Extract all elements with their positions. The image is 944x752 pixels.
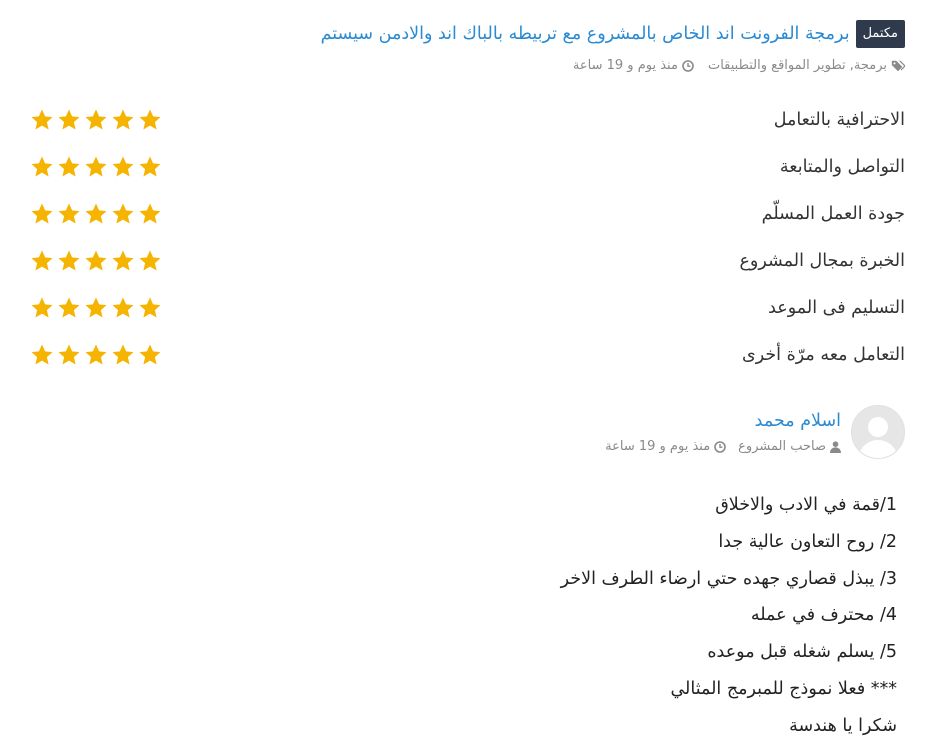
star-icon: [58, 156, 80, 176]
comment-line: 2/ روح التعاون عالية جدا: [718, 531, 897, 552]
rating-row: جودة العمل المسلّم: [30, 190, 905, 237]
rating-label: التواصل والمتابعة: [779, 156, 905, 177]
reviewer-meta: صاحب المشروع منذ يوم و 19 ساعة: [605, 439, 841, 454]
rating-label: التعامل معه مرّة أخرى: [742, 344, 905, 365]
star-icon: [58, 297, 80, 317]
star-icon: [85, 203, 107, 223]
ratings-list: الاحترافية بالتعامل التواصل والمتابعة جودة…: [30, 96, 905, 378]
star-icon: [139, 109, 161, 129]
star-icon: [31, 156, 53, 176]
rating-stars: [30, 108, 162, 132]
star-icon: [31, 203, 53, 223]
review-comment: 1/قمة في الادب والاخلاق 2/ روح التعاون عا…: [561, 487, 897, 745]
comment-line: 4/ محترف في عمله: [750, 605, 897, 626]
user-icon: [830, 440, 841, 453]
star-icon: [112, 156, 134, 176]
star-icon: [31, 297, 53, 317]
tags-icon: [891, 60, 905, 71]
rating-label: جودة العمل المسلّم: [761, 203, 905, 224]
project-time: منذ يوم و 19 ساعة: [572, 58, 678, 73]
star-icon: [112, 344, 134, 364]
star-icon: [58, 344, 80, 364]
comment-line: شكرا يا هندسة: [789, 715, 897, 736]
star-icon: [139, 344, 161, 364]
project-meta: برمجة, تطوير المواقع والتطبيقات منذ يوم …: [573, 58, 905, 73]
rating-stars: [30, 155, 162, 179]
reviewer-block: اسلام محمد صاحب المشروع منذ يوم و 19 ساع…: [605, 405, 905, 459]
rating-stars: [30, 296, 162, 320]
comment-line: 5/ يسلم شغله قبل موعده: [707, 642, 897, 663]
star-icon: [85, 344, 107, 364]
rating-row: الخبرة بمجال المشروع: [30, 237, 905, 284]
comment-line: *** فعلا نموذج للمبرمج المثالي: [670, 678, 897, 699]
rating-label: الخبرة بمجال المشروع: [739, 250, 905, 271]
rating-row: التواصل والمتابعة: [30, 143, 905, 190]
rating-row: التعامل معه مرّة أخرى: [30, 331, 905, 378]
star-icon: [85, 250, 107, 270]
rating-label: الاحترافية بالتعامل: [773, 109, 905, 130]
reviewer-role: صاحب المشروع: [738, 439, 826, 454]
project-title-link[interactable]: برمجة الفرونت اند الخاص بالمشروع مع تربي…: [321, 24, 850, 44]
comment-line: 3/ يبذل قصاري جهده حتي ارضاء الطرف الاخر: [560, 568, 897, 589]
star-icon: [112, 109, 134, 129]
project-header: مكتمل برمجة الفرونت اند الخاص بالمشروع م…: [20, 18, 905, 50]
status-badge: مكتمل: [855, 20, 905, 48]
star-icon: [58, 109, 80, 129]
reviewer-time: منذ يوم و 19 ساعة: [605, 439, 711, 454]
star-icon: [112, 203, 134, 223]
rating-stars: [30, 202, 162, 226]
clock-icon: [714, 440, 726, 453]
star-icon: [31, 250, 53, 270]
avatar[interactable]: [851, 405, 905, 459]
rating-label: التسليم فى الموعد: [768, 297, 905, 318]
star-icon: [31, 344, 53, 364]
star-icon: [139, 297, 161, 317]
rating-row: التسليم فى الموعد: [30, 284, 905, 331]
star-icon: [58, 203, 80, 223]
star-icon: [85, 156, 107, 176]
star-icon: [58, 250, 80, 270]
comment-line: 1/قمة في الادب والاخلاق: [715, 495, 897, 515]
clock-icon: [682, 59, 694, 72]
star-icon: [85, 109, 107, 129]
star-icon: [139, 156, 161, 176]
star-icon: [112, 297, 134, 317]
star-icon: [112, 250, 134, 270]
review-card: مكتمل برمجة الفرونت اند الخاص بالمشروع م…: [0, 0, 944, 752]
default-avatar-icon: [852, 406, 904, 458]
star-icon: [85, 297, 107, 317]
rating-stars: [30, 249, 162, 273]
star-icon: [31, 109, 53, 129]
rating-row: الاحترافية بالتعامل: [30, 96, 905, 143]
star-icon: [139, 203, 161, 223]
rating-stars: [30, 343, 162, 367]
star-icon: [139, 250, 161, 270]
reviewer-name-link[interactable]: اسلام محمد: [605, 409, 841, 433]
project-tags: برمجة, تطوير المواقع والتطبيقات: [707, 58, 887, 73]
